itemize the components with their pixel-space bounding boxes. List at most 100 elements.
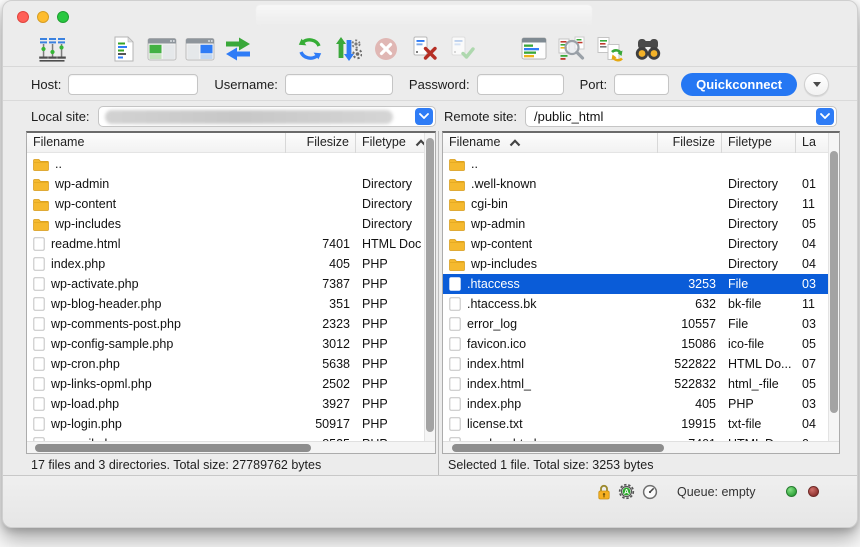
filetype-cell: txt-file: [722, 414, 796, 434]
file-row[interactable]: wp-config-sample.php3012PHP: [27, 334, 435, 354]
local-vertical-scrollbar: [424, 133, 435, 441]
file-row[interactable]: wp-activate.php7387PHP: [27, 274, 435, 294]
file-row[interactable]: error_log10557File03: [443, 314, 839, 334]
scrollbar-thumb[interactable]: [830, 151, 838, 413]
file-row[interactable]: .htaccess.bk632bk-file11: [443, 294, 839, 314]
file-row[interactable]: readme.html7401HTML Doc: [27, 234, 435, 254]
quickconnect-dropdown-button[interactable]: [804, 73, 829, 96]
file-row[interactable]: index.html_522832html_-file05: [443, 374, 839, 394]
scrollbar-thumb[interactable]: [35, 444, 311, 452]
filename-text: .well-known: [471, 174, 536, 194]
file-row[interactable]: wp-includesDirectory04: [443, 254, 839, 274]
file-icon: [33, 337, 45, 351]
lock-icon[interactable]: [597, 484, 611, 505]
file-row[interactable]: wp-blog-header.php351PHP: [27, 294, 435, 314]
file-row[interactable]: wp-adminDirectory05: [443, 214, 839, 234]
filesize-cell: [286, 194, 356, 214]
file-row[interactable]: wp-includesDirectory: [27, 214, 435, 234]
find-files-icon[interactable]: [633, 34, 663, 64]
site-bars: Local site: Remote site: /public_html: [3, 101, 857, 131]
filetype-cell: File: [722, 314, 796, 334]
remote-site-bar: Remote site: /public_html: [436, 106, 857, 127]
filesize-cell: 522832: [658, 374, 722, 394]
refresh-icon[interactable]: [295, 34, 325, 64]
remote-site-path: /public_html: [534, 109, 603, 124]
remote-site-combobox[interactable]: /public_html: [525, 106, 837, 127]
file-row[interactable]: index.php405PHP03: [443, 394, 839, 414]
filename-text: wp-includes: [55, 214, 121, 234]
cancel-operation-icon[interactable]: [371, 34, 401, 64]
local-site-combobox[interactable]: [98, 106, 436, 127]
file-row[interactable]: .htaccess3253File03: [443, 274, 839, 294]
filesize-cell: [286, 174, 356, 194]
file-row[interactable]: index.html522822HTML Do...07: [443, 354, 839, 374]
scrollbar-thumb[interactable]: [426, 138, 434, 432]
toggle-remote-tree-icon[interactable]: [185, 34, 215, 64]
remote-pane-status: Selected 1 file. Total size: 3253 bytes: [448, 458, 653, 472]
file-icon: [33, 357, 45, 371]
folder-icon: [449, 238, 465, 251]
folder-icon: [33, 198, 49, 211]
filesize-cell: 522822: [658, 354, 722, 374]
process-queue-icon[interactable]: [333, 34, 363, 64]
scrollbar-thumb[interactable]: [452, 444, 664, 452]
column-header-filename[interactable]: Filename: [27, 133, 286, 153]
toggle-message-log-icon[interactable]: [109, 34, 139, 64]
synchronized-browsing-icon[interactable]: [595, 34, 625, 64]
toggle-local-tree-icon[interactable]: [147, 34, 177, 64]
column-header-filename[interactable]: Filename: [443, 133, 658, 153]
chevron-down-icon[interactable]: [816, 108, 834, 125]
port-input[interactable]: [614, 74, 669, 95]
file-icon: [449, 317, 461, 331]
file-row[interactable]: license.txt19915txt-file04: [443, 414, 839, 434]
username-input[interactable]: [285, 74, 393, 95]
toggle-transfer-queue-icon[interactable]: [223, 34, 253, 64]
local-site-bar: Local site:: [3, 106, 436, 127]
file-row[interactable]: favicon.ico15086ico-file05: [443, 334, 839, 354]
file-row[interactable]: .well-knownDirectory01: [443, 174, 839, 194]
pane-divider[interactable]: [438, 131, 439, 476]
filename-text: error_log: [467, 314, 517, 334]
folder-icon: [33, 158, 49, 171]
file-row[interactable]: wp-adminDirectory: [27, 174, 435, 194]
quickconnect-bar: Host: Username: Password: Port: Quickcon…: [3, 68, 857, 101]
reconnect-icon[interactable]: [447, 34, 477, 64]
column-header-filetype[interactable]: Filetype: [722, 133, 796, 153]
file-row[interactable]: index.php405PHP: [27, 254, 435, 274]
file-row[interactable]: ..: [27, 154, 435, 174]
speed-limits-icon[interactable]: [642, 484, 658, 505]
remote-column-headers: Filename Filesize Filetype La: [443, 133, 839, 153]
site-manager-icon[interactable]: [37, 34, 67, 64]
zoom-button[interactable]: [57, 11, 69, 23]
file-row[interactable]: ..: [443, 154, 839, 174]
password-input[interactable]: [477, 74, 564, 95]
quickconnect-button[interactable]: Quickconnect: [681, 73, 797, 96]
column-header-filesize[interactable]: Filesize: [286, 133, 356, 153]
filetype-cell: HTML Do...: [722, 354, 796, 374]
filesize-cell: [658, 234, 722, 254]
file-icon: [449, 377, 461, 391]
file-row[interactable]: wp-comments-post.php2323PHP: [27, 314, 435, 334]
disconnect-icon[interactable]: [409, 34, 439, 64]
file-row[interactable]: cgi-binDirectory11: [443, 194, 839, 214]
file-row[interactable]: wp-links-opml.php2502PHP: [27, 374, 435, 394]
file-row[interactable]: wp-cron.php5638PHP: [27, 354, 435, 374]
minimize-button[interactable]: [37, 11, 49, 23]
file-row[interactable]: wp-contentDirectory04: [443, 234, 839, 254]
directory-listing-filters-icon[interactable]: [519, 34, 549, 64]
filetype-cell: bk-file: [722, 294, 796, 314]
column-header-filesize[interactable]: Filesize: [658, 133, 722, 153]
filename-text: readme.html: [51, 234, 120, 254]
directory-comparison-icon[interactable]: [557, 34, 587, 64]
filename-cell: wp-content: [443, 234, 658, 254]
filezilla-window: Host: Username: Password: Port: Quickcon…: [2, 0, 858, 528]
filename-text: ..: [471, 154, 478, 174]
filename-cell: wp-comments-post.php: [27, 314, 286, 334]
close-button[interactable]: [17, 11, 29, 23]
file-row[interactable]: wp-contentDirectory: [27, 194, 435, 214]
file-row[interactable]: wp-login.php50917PHP: [27, 414, 435, 434]
host-input[interactable]: [68, 74, 198, 95]
chevron-down-icon[interactable]: [415, 108, 433, 125]
gear-icon[interactable]: A: [618, 483, 635, 505]
file-row[interactable]: wp-load.php3927PHP: [27, 394, 435, 414]
